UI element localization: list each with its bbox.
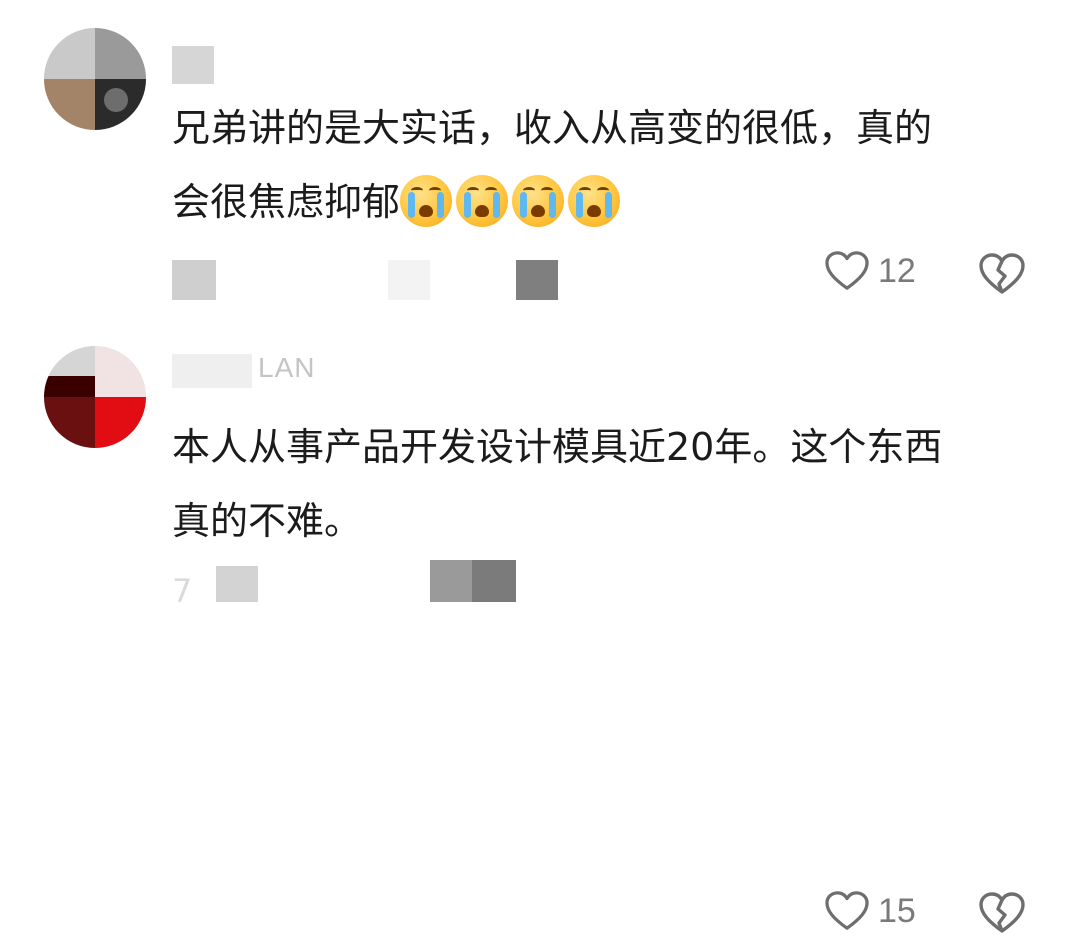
comment-item: 兄弟讲的是大实话，收入从高变的很低，真的 会很焦虑抑郁 12 <box>0 0 1080 320</box>
username-text: LAN <box>258 352 316 383</box>
comment-line: 兄弟讲的是大实话，收入从高变的很低，真的 <box>172 106 933 150</box>
avatar[interactable] <box>44 28 146 130</box>
reply-button[interactable] <box>472 560 516 602</box>
crying-face-emoji-icon <box>456 175 509 227</box>
comment-body: 兄弟讲的是大实话，收入从高变的很低，真的 会很焦虑抑郁 <box>172 91 1032 239</box>
meta-redacted <box>172 260 216 300</box>
meta-redacted <box>216 566 258 602</box>
comment-line: 真的不难。 <box>172 499 363 543</box>
broken-heart-icon[interactable] <box>978 252 1026 296</box>
username-redacted <box>172 354 252 388</box>
like-count: 12 <box>878 251 916 290</box>
username-redacted <box>172 46 214 84</box>
like-count: 15 <box>878 891 916 930</box>
comment-line-with-emoji: 会很焦虑抑郁 <box>172 165 1032 239</box>
comment-line: 会很焦虑抑郁 <box>172 180 401 224</box>
meta-redacted <box>430 560 472 602</box>
like-button[interactable]: 12 <box>824 250 916 292</box>
meta-text: 7 <box>172 572 193 610</box>
heart-outline-icon <box>825 251 869 290</box>
comment-line: 本人从事产品开发设计模具近20年。这个东西 <box>172 425 943 469</box>
meta-redacted <box>388 260 430 300</box>
comment-body: 本人从事产品开发设计模具近20年。这个东西 真的不难。 <box>172 410 1032 558</box>
crying-face-emoji-icon <box>512 175 565 227</box>
crying-face-emoji-icon <box>568 175 621 227</box>
broken-heart-icon[interactable] <box>978 891 1026 935</box>
crying-face-emoji-icon <box>400 175 453 227</box>
reply-button[interactable] <box>516 260 558 300</box>
heart-outline-icon <box>825 891 869 930</box>
avatar[interactable] <box>44 346 146 448</box>
comment-item: LAN 本人从事产品开发设计模具近20年。这个东西 真的不难。 7 15 <box>0 320 1080 933</box>
like-button[interactable]: 15 <box>824 890 916 932</box>
